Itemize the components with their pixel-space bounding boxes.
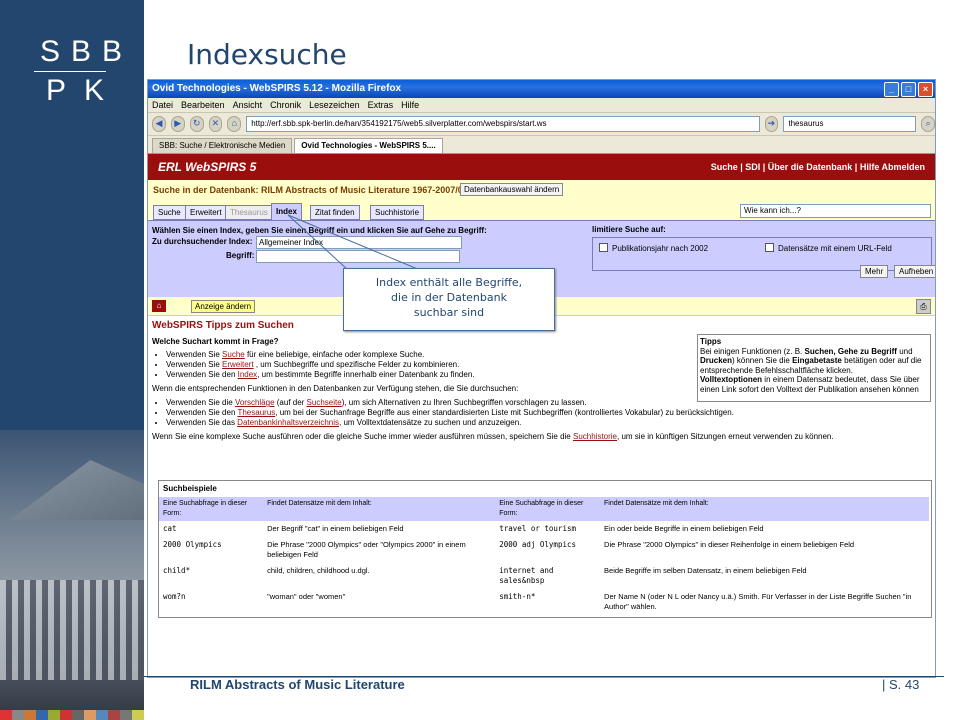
callout-pointer (287, 214, 421, 271)
callout-line: die in der Datenbank (391, 291, 507, 304)
callout-line: Index enthält alle Begriffe, (375, 276, 523, 289)
footer-page-number: | S. 43 (882, 677, 920, 692)
index-callout: Index enthält alle Begriffe, die in der … (343, 268, 555, 331)
callout-line: suchbar sind (413, 306, 485, 319)
footer-title: RILM Abstracts of Music Literature (190, 677, 405, 692)
